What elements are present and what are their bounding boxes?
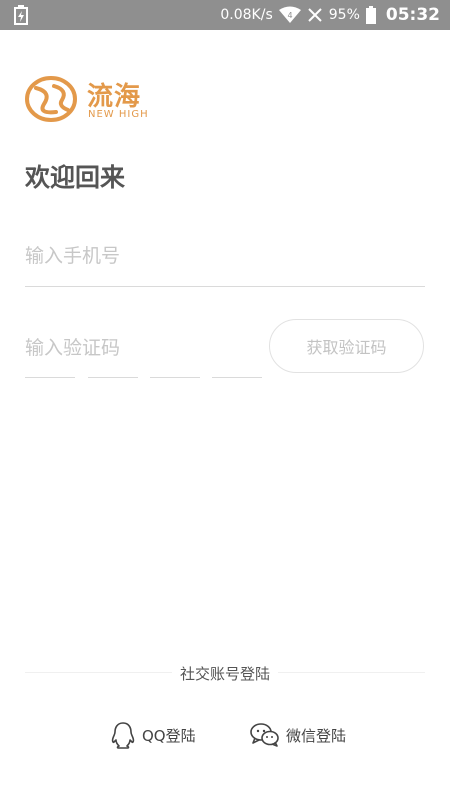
phone-underline <box>25 286 425 287</box>
page-title: 欢迎回来 <box>25 163 126 192</box>
wechat-login-label: 微信登陆 <box>286 726 347 745</box>
login-screen: 0.08K/s 4 95% 05:32 流海 NEW HIGH 欢迎回来 输入手… <box>0 0 450 800</box>
code-slot <box>25 377 75 378</box>
logo-subtitle: NEW HIGH <box>88 109 149 120</box>
wifi-icon: 4 <box>278 6 301 23</box>
battery-percent: 95% <box>328 7 360 23</box>
wechat-icon <box>250 723 279 747</box>
code-slot <box>212 377 262 378</box>
svg-text:4: 4 <box>287 11 292 20</box>
social-section-title: 社交账号登陆 <box>0 663 450 684</box>
battery-icon <box>365 6 376 24</box>
verification-code-input[interactable] <box>25 328 255 368</box>
battery-charging-icon <box>14 5 28 25</box>
logo-name: 流海 <box>87 82 142 112</box>
social-title-text: 社交账号登陆 <box>171 665 278 683</box>
app-logo: 流海 NEW HIGH <box>24 74 154 124</box>
logo-mark-icon <box>25 76 77 122</box>
get-code-button[interactable]: 获取验证码 <box>269 319 424 373</box>
qq-icon <box>111 722 135 749</box>
no-signal-icon <box>308 8 322 22</box>
clock: 05:32 <box>385 5 440 25</box>
qq-login-label: QQ登陆 <box>142 726 196 745</box>
code-slot <box>88 377 138 378</box>
status-right: 0.08K/s 4 95% 05:32 <box>220 0 440 30</box>
wechat-login-button[interactable]: 微信登陆 <box>250 720 346 750</box>
phone-input[interactable] <box>25 236 425 276</box>
status-bar: 0.08K/s 4 95% 05:32 <box>0 0 450 30</box>
network-speed: 0.08K/s <box>220 7 273 23</box>
code-slot <box>150 377 200 378</box>
qq-login-button[interactable]: QQ登陆 <box>110 720 196 750</box>
